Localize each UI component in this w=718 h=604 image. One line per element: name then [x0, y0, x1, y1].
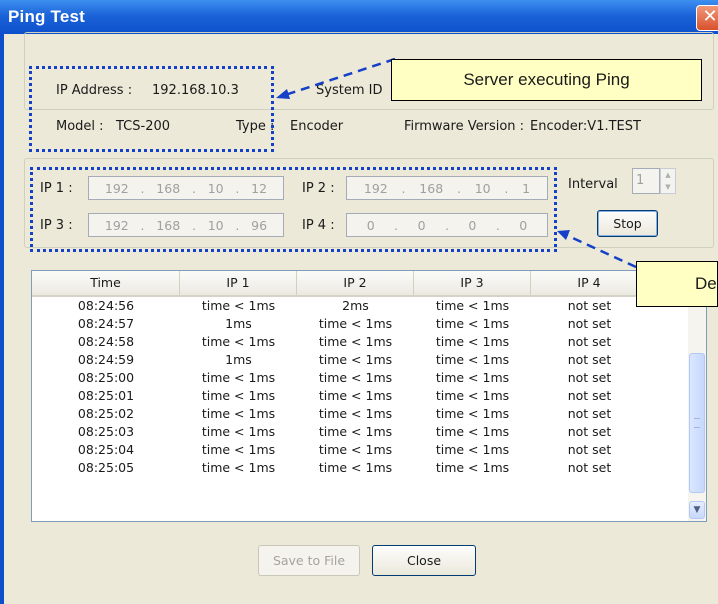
destination-arrow-line [563, 232, 637, 269]
server-arrowhead-icon [276, 89, 290, 99]
server-callout: Server executing Ping [391, 59, 702, 101]
server-arrow-line [281, 57, 396, 98]
destination-callout: Des [636, 261, 718, 307]
